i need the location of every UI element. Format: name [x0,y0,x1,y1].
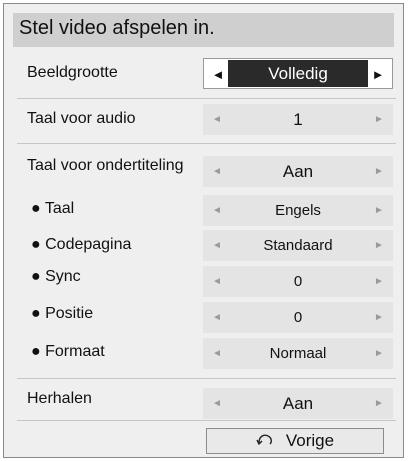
herhalen-value: Aan [282,393,314,413]
page-title: Stel video afspelen in. [19,17,215,39]
formaat-label: ● Formaat [31,343,105,360]
arrow-left-icon[interactable]: ◄ [205,104,229,135]
arrow-left-icon[interactable]: ◄ [205,388,229,419]
taal-voor-ondertiteling-label: Taal voor ondertiteling [27,157,184,174]
arrow-left-icon[interactable]: ◄ [205,156,229,187]
taal-value: Engels [275,202,321,219]
arrow-left-icon[interactable]: ◄ [205,266,229,297]
codepagina-selector[interactable]: ◄ Standaard ► [203,230,393,261]
beeldgrootte-selector[interactable]: ◄ Volledig ► [203,58,393,89]
taal-voor-audio-label: Taal voor audio [27,110,136,127]
formaat-selector[interactable]: ◄ Normaal ► [203,338,393,369]
taal-voor-audio-value: 1 [293,109,303,129]
taal-label: ● Taal [31,200,75,217]
positie-label: ● Positie [31,305,94,322]
sync-label: ● Sync [31,268,81,285]
taal-voor-audio-selector[interactable]: ◄ 1 ► [203,104,393,135]
divider [17,378,396,379]
positie-selector[interactable]: ◄ 0 ► [203,302,393,333]
divider [17,98,396,99]
formaat-value: Normaal [269,345,327,362]
arrow-right-icon[interactable]: ► [367,302,391,333]
arrow-right-icon[interactable]: ► [366,59,390,90]
arrow-left-icon[interactable]: ◄ [205,338,229,369]
arrow-right-icon[interactable]: ► [367,266,391,297]
herhalen-selector[interactable]: ◄ Aan ► [203,388,393,419]
arrow-right-icon[interactable]: ► [367,104,391,135]
arrow-right-icon[interactable]: ► [367,195,391,226]
taal-selector[interactable]: ◄ Engels ► [203,195,393,226]
sync-selector[interactable]: ◄ 0 ► [203,266,393,297]
herhalen-label: Herhalen [27,390,92,407]
codepagina-value: Standaard [263,237,333,254]
taal-voor-ondertiteling-selector[interactable]: ◄ Aan ► [203,156,393,187]
arrow-left-icon[interactable]: ◄ [205,195,229,226]
arrow-left-icon[interactable]: ◄ [205,230,229,261]
return-arrow-icon [256,431,276,451]
arrow-left-icon[interactable]: ◄ [206,59,230,90]
divider [17,143,396,144]
arrow-right-icon[interactable]: ► [367,156,391,187]
arrow-right-icon[interactable]: ► [367,230,391,261]
title-bar: Stel video afspelen in. [13,13,394,47]
arrow-left-icon[interactable]: ◄ [205,302,229,333]
beeldgrootte-value: Volledig [228,60,368,87]
vorige-button[interactable]: Vorige [206,428,384,454]
positie-value: 0 [293,309,303,326]
beeldgrootte-label: Beeldgrootte [27,64,118,81]
codepagina-label: ● Codepagina [31,236,132,253]
arrow-right-icon[interactable]: ► [367,388,391,419]
vorige-label: Vorige [285,431,335,450]
divider [17,420,396,421]
sync-value: 0 [293,273,303,290]
taal-voor-ondertiteling-value: Aan [282,161,314,181]
arrow-right-icon[interactable]: ► [367,338,391,369]
